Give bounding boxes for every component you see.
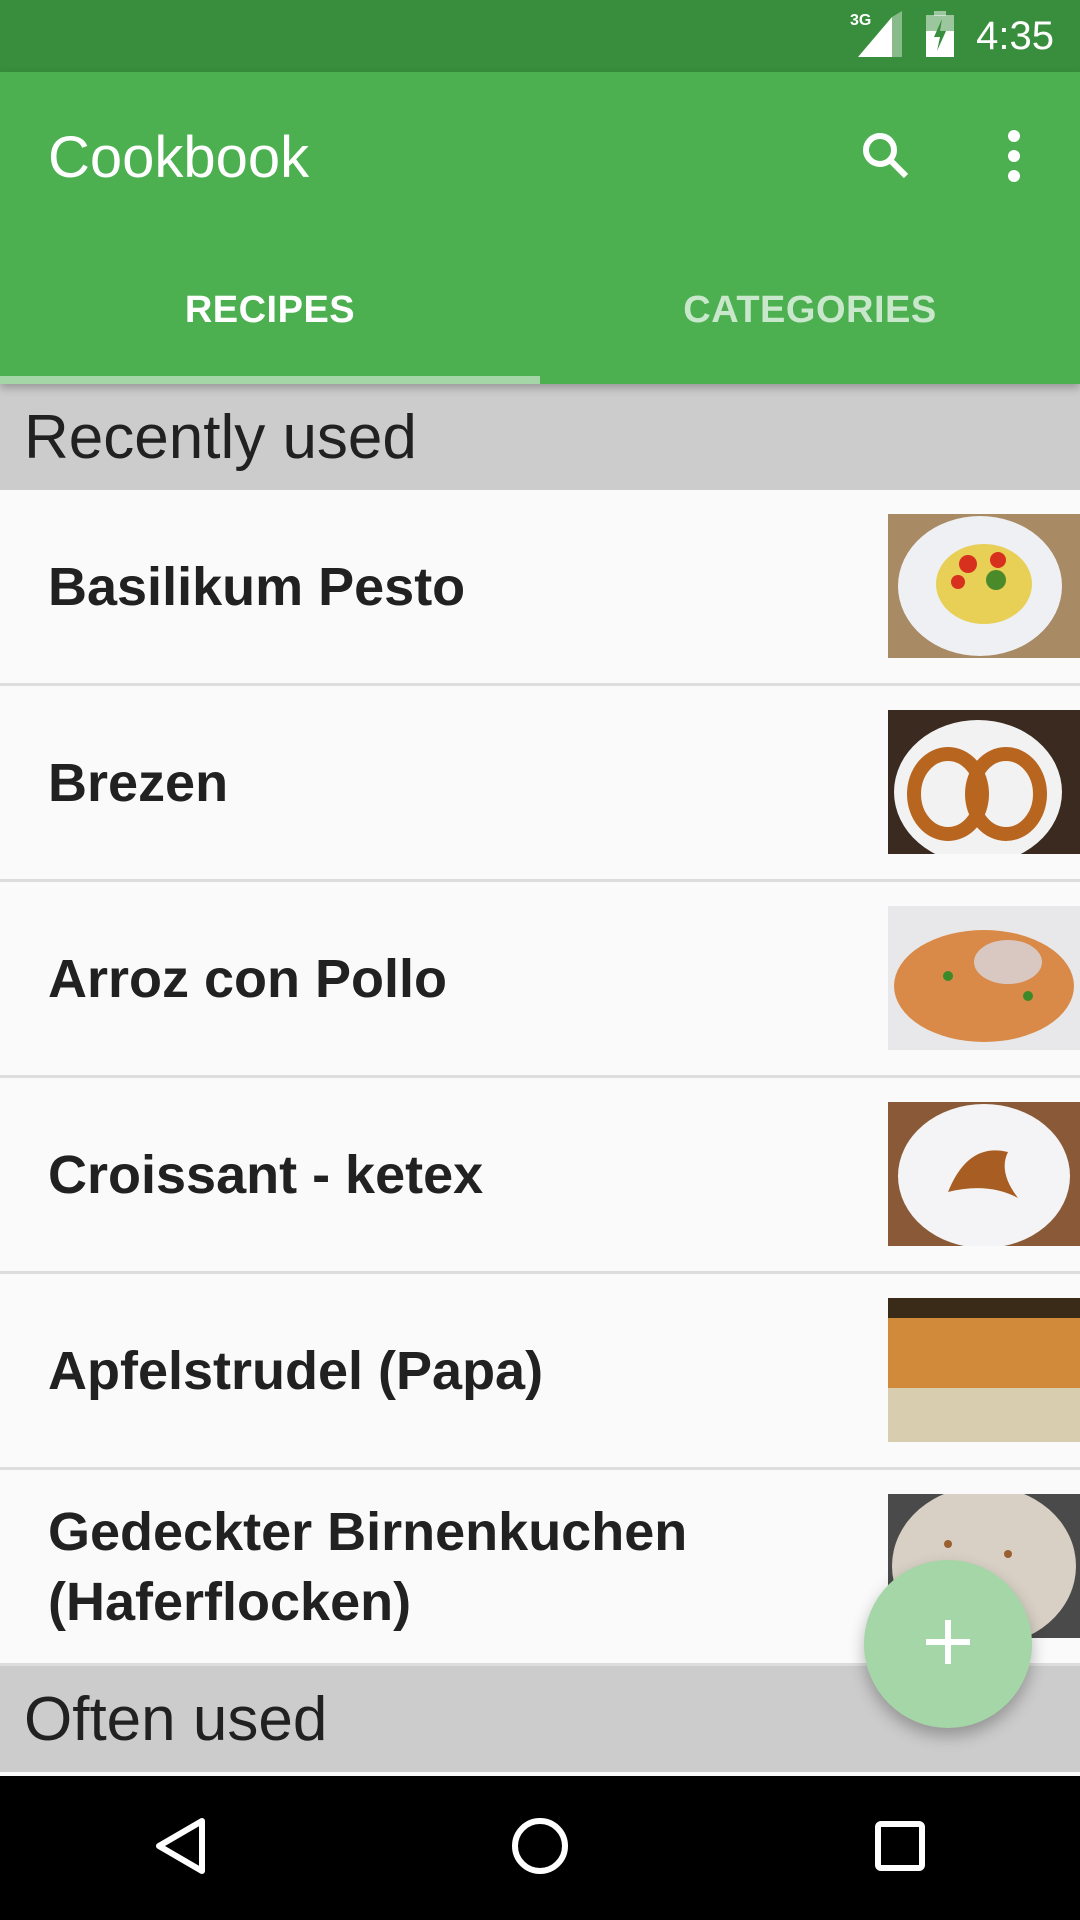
recents-button[interactable] bbox=[810, 1776, 990, 1920]
tab-categories[interactable]: CATEGORIES bbox=[540, 236, 1080, 384]
more-vert-icon bbox=[1004, 128, 1024, 189]
rice-chicken-image bbox=[888, 906, 1080, 1050]
back-button[interactable] bbox=[90, 1776, 270, 1920]
recipe-title: Croissant - ketex bbox=[48, 1144, 484, 1205]
battery-charging-icon bbox=[926, 10, 955, 62]
tab-indicator bbox=[0, 376, 540, 384]
network-type: 3G bbox=[850, 12, 871, 29]
list-item[interactable]: Basilikum Pesto bbox=[0, 490, 1080, 686]
status-bar: 3G 4:35 bbox=[0, 0, 1080, 72]
search-button[interactable] bbox=[844, 116, 928, 200]
page-title: Cookbook bbox=[48, 125, 310, 190]
signal-3g-icon: 3G bbox=[850, 9, 904, 64]
navigation-bar bbox=[0, 1776, 1080, 1920]
recipe-title: Gedeckter Birnenkuchen (Haferflocken) bbox=[48, 1501, 688, 1632]
recipe-title: Brezen bbox=[48, 752, 229, 813]
add-recipe-button[interactable] bbox=[864, 1560, 1032, 1728]
app-bar: Cookbook RECIPES CATEGORIES bbox=[0, 72, 1080, 384]
recents-square-icon bbox=[875, 1820, 925, 1876]
pretzel-image bbox=[888, 710, 1080, 854]
tab-bar: RECIPES CATEGORIES bbox=[0, 236, 1080, 384]
more-options-button[interactable] bbox=[972, 116, 1056, 200]
tab-recipes[interactable]: RECIPES bbox=[0, 236, 540, 384]
recipe-title: Apfelstrudel (Papa) bbox=[48, 1340, 544, 1401]
list-item[interactable]: Brezen bbox=[0, 686, 1080, 882]
list-item[interactable]: Apfelstrudel (Papa) bbox=[0, 1274, 1080, 1470]
croissant-image bbox=[888, 1102, 1080, 1246]
section-header-recently-used: Recently used bbox=[0, 384, 1080, 490]
home-circle-icon bbox=[511, 1817, 569, 1880]
recipe-title: Arroz con Pollo bbox=[48, 948, 448, 1009]
strudel-image bbox=[888, 1298, 1080, 1442]
list-item[interactable]: Croissant - ketex bbox=[0, 1078, 1080, 1274]
search-icon bbox=[858, 128, 914, 189]
plus-icon bbox=[926, 1619, 970, 1669]
list-item[interactable]: Arroz con Pollo bbox=[0, 882, 1080, 1078]
clock: 4:35 bbox=[976, 13, 1054, 58]
recipe-title: Basilikum Pesto bbox=[48, 556, 466, 617]
pasta-plate-image bbox=[888, 514, 1080, 658]
back-triangle-icon bbox=[154, 1817, 206, 1880]
home-button[interactable] bbox=[450, 1776, 630, 1920]
